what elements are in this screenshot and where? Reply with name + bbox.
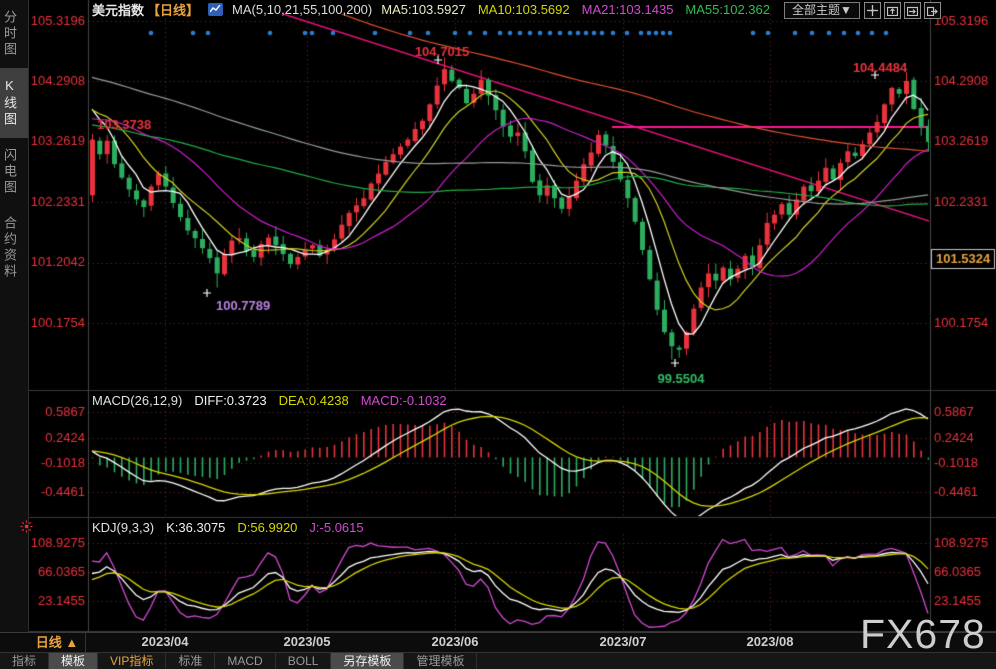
macd-dea-value: DEA:0.4238: [278, 393, 349, 408]
candlestick-chart-icon[interactable]: [208, 2, 224, 16]
month-label-2023-07: 2023/07: [599, 634, 647, 649]
zoom-out-icon[interactable]: [904, 2, 921, 19]
kdj-panel-header: KDJ(9,3,3) K:36.3075 D:56.9920 J:-5.0615: [92, 520, 364, 535]
kdj-j-value: J:-5.0615: [309, 520, 364, 535]
toolbar-tab-3[interactable]: 标准: [166, 653, 216, 669]
instrument-title: 美元指数: [92, 2, 145, 18]
ma-value-2: MA21:103.1435: [581, 1, 674, 17]
trading-app-window: 分时图 K线图 闪电图 合约资料 美元指数 【日线】 MA(5,10,21,55,10…: [0, 0, 996, 669]
ma-values: MA5:103.5927 MA10:103.5692 MA21:103.1435 MA…: [381, 2, 770, 17]
fx678-watermark: FX678: [860, 611, 986, 657]
toolbar-tab-5[interactable]: BOLL: [276, 653, 332, 669]
macd-panel-header: MACD(26,12,9) DIFF:0.3723 DEA:0.4238 MAC…: [92, 393, 447, 408]
sidebar-item-2[interactable]: 闪电图: [0, 138, 28, 206]
period-selector[interactable]: 日线 ▲: [29, 633, 86, 652]
toolbar-tab-6[interactable]: 另存模板: [331, 653, 405, 669]
theme-dropdown-button[interactable]: 全部主题▼: [784, 2, 860, 19]
sidebar-item-1[interactable]: K线图: [0, 68, 28, 138]
panel-settings-sun-icon[interactable]: [20, 520, 33, 538]
sidebar-item-0[interactable]: 分时图: [0, 0, 28, 68]
time-axis: 日线 ▲ 2023/04 2023/05 2023/06 2023/07 2023/08: [0, 632, 996, 653]
toolbar-tab-0[interactable]: 指标: [0, 653, 50, 669]
ma-value-0: MA5:103.5927: [381, 1, 466, 17]
month-label-2023-05: 2023/05: [283, 634, 331, 649]
zoom-in-icon[interactable]: [884, 2, 901, 19]
ma-settings-label[interactable]: MA(5,10,21,55,100,200): [232, 2, 372, 17]
macd-diff-value: DIFF:0.3723: [194, 393, 267, 408]
kdj-k-value: K:36.3075: [166, 520, 226, 535]
macd-hist-value: MACD:-0.1032: [360, 393, 447, 408]
toolbar-tab-4[interactable]: MACD: [215, 653, 276, 669]
kdj-d-value: D:56.9920: [237, 520, 298, 535]
chart-header: 美元指数 【日线】 MA(5,10,21,55,100,200) MA5:103…: [92, 1, 770, 18]
sidebar-item-3[interactable]: 合约资料: [0, 206, 28, 290]
chart-canvas[interactable]: [0, 0, 996, 632]
month-label-2023-04: 2023/04: [141, 634, 189, 649]
kdj-params-label[interactable]: KDJ(9,3,3): [92, 520, 154, 535]
indicator-toolbar: 指标 模板 VIP指标 标准 MACD BOLL 另存模板 管理模板: [0, 653, 996, 669]
crosshair-pan-icon[interactable]: [864, 2, 881, 19]
pan-right-icon[interactable]: [924, 2, 941, 19]
ma-value-3: MA55:102.362: [685, 1, 770, 17]
month-label-2023-08: 2023/08: [746, 634, 794, 649]
month-label-2023-06: 2023/06: [431, 634, 479, 649]
toolbar-tab-1[interactable]: 模板: [49, 653, 99, 669]
macd-params-label[interactable]: MACD(26,12,9): [92, 393, 182, 408]
period-tag: 【日线】: [147, 2, 200, 18]
ma-value-1: MA10:103.5692: [477, 1, 570, 17]
toolbar-tab-2[interactable]: VIP指标: [98, 653, 167, 669]
toolbar-tab-7[interactable]: 管理模板: [404, 653, 478, 669]
chart-controls: [864, 2, 941, 19]
